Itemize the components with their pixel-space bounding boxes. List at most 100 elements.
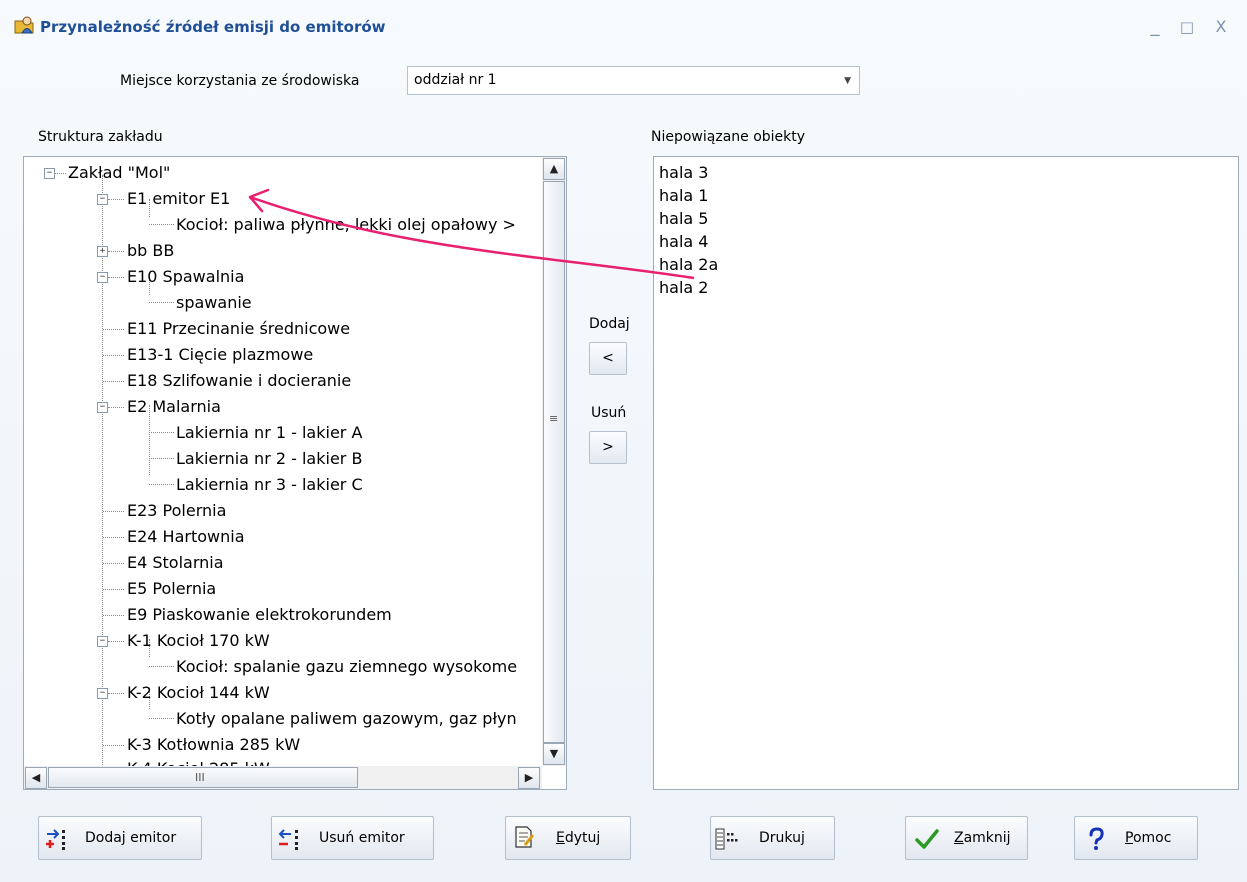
place-label: Miejsce korzystania ze środowiska <box>120 73 360 89</box>
tree-node-emitter[interactable]: K-4 Kocioł 285 kW <box>127 757 270 766</box>
collapse-toggle[interactable]: − <box>97 688 108 699</box>
tree-connector <box>54 173 66 174</box>
edit-document-icon <box>515 826 535 848</box>
tree-node-emitter[interactable]: K-3 Kotłownia 285 kW <box>127 733 300 757</box>
window-title: Przynależność źródeł emisji do emitorów <box>40 18 386 36</box>
tree-connector <box>103 511 124 512</box>
tree-connector <box>108 407 124 408</box>
remove-from-emitter-button[interactable]: > <box>589 431 627 464</box>
tree-connector <box>149 224 174 225</box>
tree-node-emitter[interactable]: E5 Polernia <box>127 577 216 601</box>
tree-node-source[interactable]: Kocioł: paliwa płynne, lekki olej opałow… <box>176 213 516 237</box>
plant-structure-tree[interactable]: − − + − − − − Zakład "Mol" E1 emitor E1 … <box>23 156 567 790</box>
dialog-window: Przynależność źródeł emisji do emitorów … <box>0 0 1247 882</box>
grip-icon: ≡ <box>549 412 559 425</box>
tree-connector <box>149 666 174 667</box>
tree-connector <box>103 745 124 746</box>
add-emitter-icon <box>46 829 65 850</box>
tree-node-emitter[interactable]: E18 Szlifowanie i docieranie <box>127 369 351 393</box>
tree-node-emitter[interactable]: E11 Przecinanie średnicowe <box>127 317 350 341</box>
remove-emitter-label: Usuń emitor <box>319 830 405 846</box>
tree-node-source[interactable]: Lakiernia nr 1 - lakier A <box>176 421 362 445</box>
scroll-right-button[interactable]: ▶ <box>518 767 540 789</box>
remove-emitter-icon <box>278 829 298 850</box>
tree-node-source[interactable]: Kotły opalane paliwem gazowym, gaz płyn <box>176 707 517 731</box>
list-item[interactable]: hala 2 <box>659 276 708 299</box>
tree-node-source[interactable]: Lakiernia nr 2 - lakier B <box>176 447 362 471</box>
collapse-toggle[interactable]: − <box>97 194 108 205</box>
maximize-button[interactable]: □ <box>1176 16 1198 38</box>
tree-connector <box>108 199 124 200</box>
scroll-left-button[interactable]: ◀ <box>25 767 47 789</box>
tree-connector <box>108 251 124 252</box>
close-label: Zamknij <box>954 830 1011 846</box>
tree-node-emitter[interactable]: E10 Spawalnia <box>127 265 244 289</box>
add-emitter-button[interactable]: Dodaj emitor <box>38 816 202 860</box>
tree-connector <box>103 615 124 616</box>
collapse-toggle[interactable]: − <box>97 272 108 283</box>
tree-connector <box>103 355 124 356</box>
tree-node-emitter[interactable]: E23 Polernia <box>127 499 226 523</box>
tree-connector <box>108 693 124 694</box>
scroll-down-button[interactable]: ▼ <box>543 743 565 765</box>
place-select[interactable]: oddział nr 1 ▼ <box>407 66 860 95</box>
tree-node-emitter[interactable]: E1 emitor E1 <box>127 187 230 211</box>
tree-node-source[interactable]: Lakiernia nr 3 - lakier C <box>176 473 363 497</box>
scroll-up-button[interactable]: ▲ <box>543 158 565 180</box>
place-select-value: oddział nr 1 <box>414 72 497 88</box>
tree-connector <box>103 563 124 564</box>
tree-vertical-scrollbar[interactable]: ▲ ≡ ▼ <box>542 157 566 766</box>
tree-node-emitter[interactable]: E2 Malarnia <box>127 395 221 419</box>
help-button[interactable]: Pomoc <box>1074 816 1198 860</box>
collapse-toggle[interactable]: − <box>44 168 55 179</box>
tree-node-source[interactable]: spawanie <box>176 291 252 315</box>
close-window-button[interactable]: X <box>1210 16 1232 38</box>
collapse-toggle[interactable]: − <box>97 636 108 647</box>
add-label: Dodaj <box>589 316 630 332</box>
print-label: Drukuj <box>759 830 805 846</box>
vertical-scroll-thumb[interactable]: ≡ <box>543 181 565 743</box>
tree-connector <box>102 175 103 766</box>
remove-label: Usuń <box>591 405 627 421</box>
tree-connector <box>108 277 124 278</box>
remove-emitter-button[interactable]: Usuń emitor <box>271 816 434 860</box>
print-button[interactable]: Drukuj <box>710 816 835 860</box>
tree-node-emitter[interactable]: E4 Stolarnia <box>127 551 224 575</box>
tree-node-emitter[interactable]: K-2 Kocioł 144 kW <box>127 681 270 705</box>
horizontal-scroll-thumb[interactable]: III <box>48 767 358 788</box>
list-item[interactable]: hala 4 <box>659 230 708 253</box>
expand-toggle[interactable]: + <box>97 246 108 257</box>
tree-connector <box>103 381 124 382</box>
tree-node-emitter[interactable]: E9 Piaskowanie elektrokorundem <box>127 603 392 627</box>
tree-connector <box>149 302 174 303</box>
tree-node-emitter[interactable]: E24 Hartownia <box>127 525 245 549</box>
tree-connector <box>149 458 174 459</box>
tree-connector <box>149 484 174 485</box>
tree-node-emitter[interactable]: K-1 Kocioł 170 kW <box>127 629 270 653</box>
tree-connector <box>108 641 124 642</box>
tree-content: − − + − − − − Zakład "Mol" E1 emitor E1 … <box>24 157 542 766</box>
tree-node-root[interactable]: Zakład "Mol" <box>68 161 170 185</box>
folder-user-icon <box>14 16 34 34</box>
tree-label: Struktura zakładu <box>38 129 163 145</box>
tree-node-source[interactable]: Kocioł: spalanie gazu ziemnego wysokome <box>176 655 517 679</box>
print-list-icon <box>715 828 738 850</box>
list-item[interactable]: hala 2a <box>659 253 718 276</box>
close-button[interactable]: Zamknij <box>905 816 1028 860</box>
title-bar: Przynależność źródeł emisji do emitorów … <box>0 0 1247 40</box>
add-to-emitter-button[interactable]: < <box>589 342 627 375</box>
list-item[interactable]: hala 1 <box>659 184 708 207</box>
unassigned-objects-list[interactable]: hala 3 hala 1 hala 5 hala 4 hala 2a hala… <box>653 156 1239 790</box>
minimize-button[interactable]: _ <box>1144 16 1166 38</box>
tree-horizontal-scrollbar[interactable]: ◀ III ▶ <box>24 766 542 789</box>
chevron-down-icon[interactable]: ▼ <box>844 76 851 86</box>
list-item[interactable]: hala 3 <box>659 161 708 184</box>
list-item[interactable]: hala 5 <box>659 207 708 230</box>
collapse-toggle[interactable]: − <box>97 402 108 413</box>
tree-node-emitter[interactable]: E13-1 Cięcie plazmowe <box>127 343 313 367</box>
edit-button[interactable]: Edytuj <box>505 816 631 860</box>
tree-connector <box>149 432 174 433</box>
help-label: Pomoc <box>1125 830 1172 846</box>
tree-node-emitter[interactable]: bb BB <box>127 239 174 263</box>
tree-connector <box>103 537 124 538</box>
